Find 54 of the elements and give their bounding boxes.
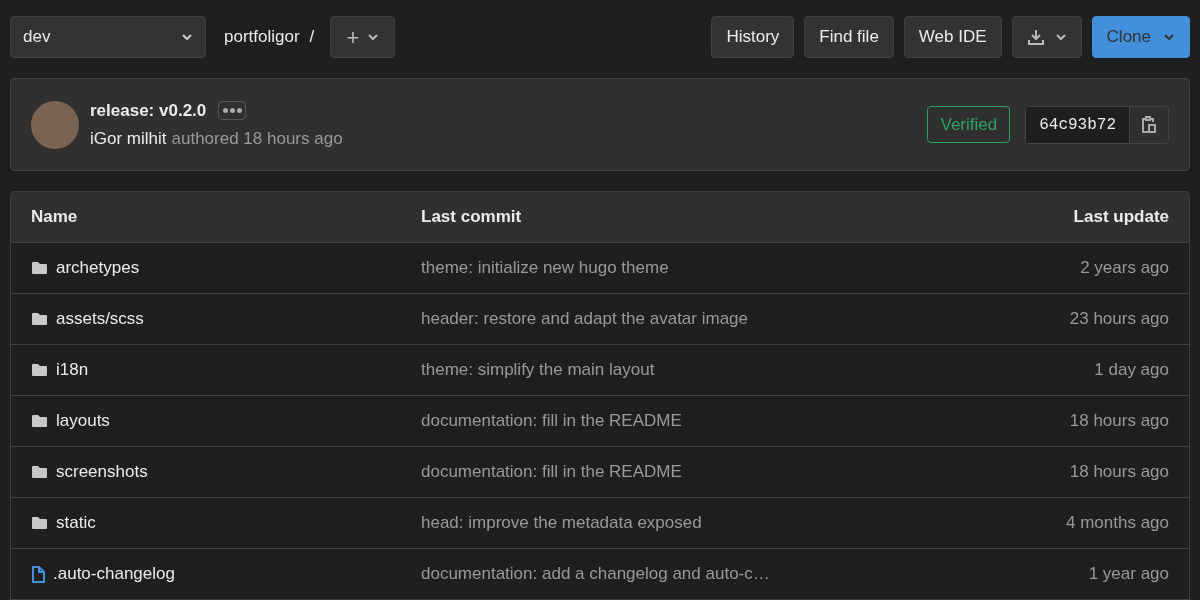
action-button[interactable]: Web IDE — [903, 16, 1002, 58]
more-button[interactable] — [218, 100, 247, 120]
commit-message-link[interactable]: head: improve the metadata exposed — [421, 510, 949, 536]
update-time: 1 year ago — [1087, 563, 1169, 586]
update-time: 2 years ago — [1079, 257, 1169, 280]
folder-link[interactable]: archetypes — [56, 255, 140, 281]
project-link[interactable]: portfoligor — [224, 24, 300, 50]
add-dropdown[interactable]: + — [330, 16, 396, 58]
update-time: 1 day ago — [1093, 359, 1169, 382]
download-icon — [1026, 28, 1045, 46]
folder-icon — [31, 363, 48, 377]
chevron-down-icon — [181, 33, 193, 41]
plus-icon: + — [346, 20, 360, 54]
download-dropdown[interactable] — [1011, 16, 1082, 58]
chevron-down-icon — [1163, 33, 1175, 41]
folder-link[interactable]: i18n — [56, 357, 89, 383]
column-header: Last commit — [421, 206, 523, 229]
action-button[interactable]: Find file — [804, 16, 894, 58]
commit-sha: 64c93b72 — [1026, 106, 1129, 143]
file-icon — [31, 565, 45, 583]
column-header: Last update — [1072, 206, 1169, 229]
commit-message-link[interactable]: documentation: fill in the README — [421, 459, 949, 485]
update-time: 18 hours ago — [1068, 461, 1169, 484]
verified-badge: Verified — [927, 105, 1011, 144]
clipboard-icon — [1141, 115, 1157, 134]
update-time: 18 hours ago — [1068, 410, 1169, 433]
folder-icon — [31, 261, 48, 275]
folder-link[interactable]: assets/scss — [56, 306, 144, 332]
folder-link[interactable]: static — [56, 510, 96, 536]
file-link[interactable]: .auto-changelog — [53, 561, 175, 587]
update-time: 4 months ago — [1065, 512, 1169, 535]
folder-icon — [31, 414, 48, 428]
breadcrumb-separator: / — [309, 26, 315, 49]
commit-message-link[interactable]: header: restore and adapt the avatar image — [421, 306, 949, 332]
commit-message-link[interactable]: documentation: add a changelog and auto-c… — [421, 561, 949, 587]
commit-message-link[interactable]: theme: simplify the main layout — [421, 357, 949, 383]
branch-dropdown[interactable]: dev — [10, 16, 206, 58]
folder-icon — [31, 516, 48, 530]
folder-icon — [31, 465, 48, 479]
folder-link[interactable]: layouts — [56, 408, 110, 434]
commit-message-link[interactable]: theme: initialize new hugo theme — [421, 255, 949, 281]
clone-dropdown[interactable]: Clone — [1091, 16, 1190, 58]
folder-link[interactable]: screenshots — [56, 459, 148, 485]
author-link[interactable]: iGor milhit — [90, 126, 167, 152]
action-button[interactable]: History — [711, 16, 795, 58]
commit-title[interactable]: release: v0.2.0 — [90, 97, 207, 123]
commit-message-link[interactable]: documentation: fill in the README — [421, 408, 949, 434]
folder-icon — [31, 312, 48, 326]
chevron-down-icon — [367, 33, 380, 41]
avatar — [31, 100, 79, 149]
commit-meta: authored 18 hours ago — [171, 128, 343, 150]
chevron-down-icon — [1054, 33, 1067, 41]
update-time: 23 hours ago — [1068, 308, 1169, 331]
column-header: Name — [31, 206, 79, 229]
